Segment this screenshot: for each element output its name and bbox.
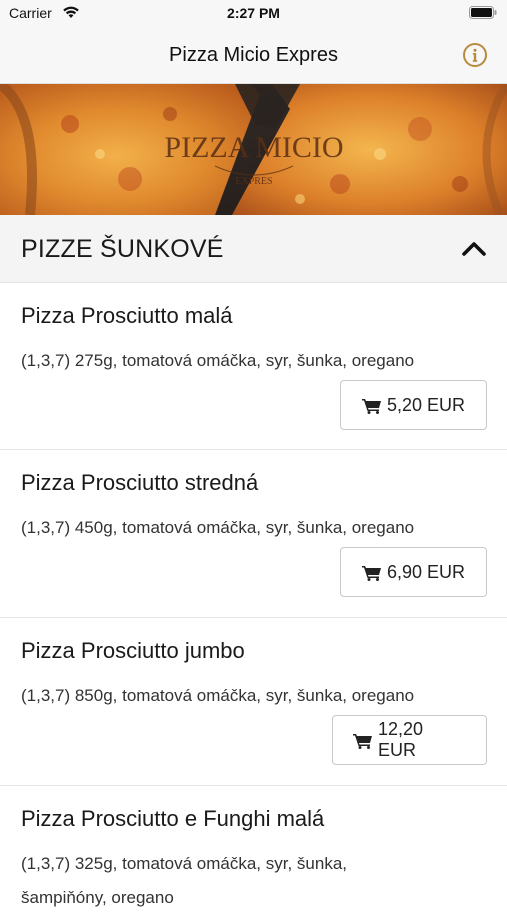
price-label: 12,20 EUR [377,719,424,760]
banner-image: PIZZA MICIO EXPRES [0,84,507,215]
category-title: PIZZE ŠUNKOVÉ [21,235,224,263]
info-icon [463,43,487,67]
item-name: Pizza Prosciutto stredná [21,470,259,495]
category-header[interactable]: PIZZE ŠUNKOVÉ [0,215,507,283]
price-label: 6,90 EUR [386,561,466,582]
navigation-bar: Pizza Micio Expres [0,26,507,84]
menu-item: Pizza Prosciutto malá (1,3,7) 275g, toma… [0,283,507,450]
item-name: Pizza Prosciutto jumbo [21,638,245,663]
menu-item: Pizza Prosciutto stredná (1,3,7) 450g, t… [0,450,507,618]
status-time: 2:27 PM [227,5,280,21]
banner-logo-subtext: EXPRES [235,176,272,187]
chevron-up-icon [462,242,486,256]
item-name: Pizza Prosciutto malá [21,303,233,328]
item-description: (1,3,7) 850g, tomatová omáčka, syr, šunk… [21,686,415,705]
cart-icon [353,734,372,749]
battery-icon [469,6,497,24]
cart-icon [361,566,381,581]
item-description: (1,3,7) 450g, tomatová omáčka, syr, šunk… [21,518,415,537]
item-name: Pizza Prosciutto e Funghi malá [21,806,325,831]
menu-item: Pizza Prosciutto e Funghi malá (1,3,7) 3… [0,786,507,907]
page-title: Pizza Micio Expres [169,44,338,66]
add-to-cart-button[interactable]: 12,20 EUR [332,715,487,765]
status-bar: Carrier 2:27 PM [0,0,507,26]
price-label: 5,20 EUR [386,394,466,415]
item-description: (1,3,7) 325g, tomatová omáčka, syr, šunk… [21,854,347,907]
cart-icon [361,399,381,414]
info-button[interactable] [462,42,488,68]
banner-logo-text: PIZZA MICIO [164,131,343,164]
add-to-cart-button[interactable]: 6,90 EUR [340,547,487,597]
item-description: (1,3,7) 275g, tomatová omáčka, syr, šunk… [21,351,415,370]
menu-item: Pizza Prosciutto jumbo (1,3,7) 850g, tom… [0,618,507,786]
add-to-cart-button[interactable]: 5,20 EUR [340,380,487,430]
